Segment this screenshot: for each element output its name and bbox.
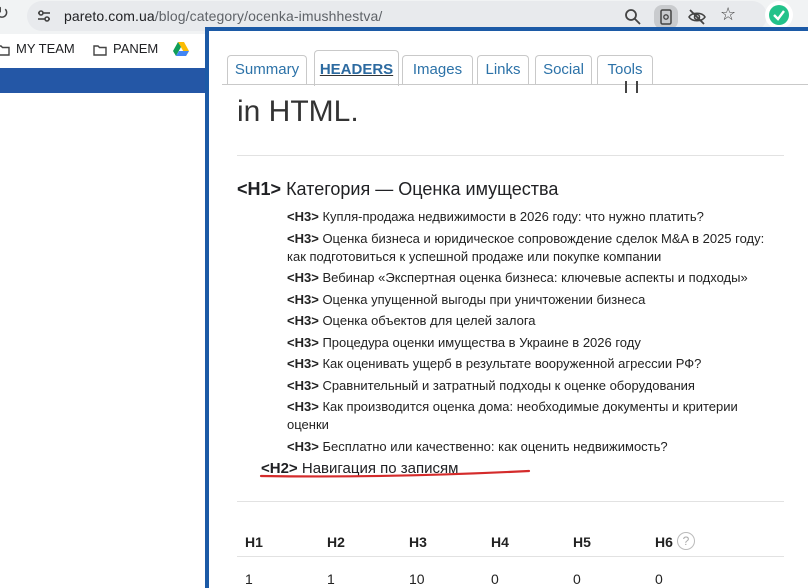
h3-tag: <H3> <box>287 438 319 454</box>
h3-tag: <H3> <box>287 334 319 350</box>
tab-headers[interactable]: HEADERS <box>314 50 399 86</box>
bookmark-google-drive[interactable] <box>173 41 195 56</box>
folder-icon <box>93 45 107 56</box>
tab-bar-divider <box>222 84 808 85</box>
h3-item: <H3> Оценка объектов для целей залога <box>287 312 777 330</box>
th-h5: H5 <box>573 534 591 550</box>
h3-tag: <H3> <box>287 377 319 393</box>
clipped-text-fragment <box>636 81 638 93</box>
h3-tag: <H3> <box>287 291 319 307</box>
th-h1: H1 <box>245 534 263 550</box>
h3-item: <H3> Бесплатно или качественно: как оцен… <box>287 438 777 456</box>
h3-text: Оценка упущенной выгоды при уничтожении … <box>322 291 646 307</box>
site-info-icon[interactable] <box>36 8 52 24</box>
h3-item: <H3> Оценка упущенной выгоды при уничтож… <box>287 291 777 309</box>
url-path: /blog/category/ocenka-imushhestva/ <box>154 8 383 24</box>
page-search-icon[interactable] <box>654 5 678 29</box>
extension-button[interactable] <box>765 1 793 29</box>
page-nav-bar <box>0 68 205 93</box>
h1-tag: <H1> <box>237 179 282 199</box>
divider <box>237 155 784 156</box>
h3-text: Оценка бизнеса и юридическое сопровожден… <box>287 230 765 264</box>
h3-tag: <H3> <box>287 270 319 285</box>
bookmarks-bar: MY TEAM PANEM <box>0 34 205 66</box>
check-shield-icon <box>769 5 789 25</box>
bookmark-label: PANEM <box>113 41 159 56</box>
h3-text: Бесплатно или качественно: как оценить н… <box>322 438 668 454</box>
th-h2: H2 <box>327 534 345 550</box>
tab-bar: Summary HEADERS Images Links Social Tool… <box>209 31 808 87</box>
h3-text: Как оценивать ущерб в результате вооруже… <box>322 356 702 371</box>
bookmark-my-team[interactable]: MY TEAM <box>0 41 75 56</box>
h3-item: <H3> Купля-продажа недвижимости в 2026 г… <box>287 208 777 226</box>
help-icon[interactable]: ? <box>677 532 695 550</box>
count-h5: 0 <box>573 571 581 587</box>
intro-text: in HTML. <box>237 95 359 128</box>
count-h2: 1 <box>327 571 335 587</box>
headers-count-table-header: H1 H2 H3 H4 H5 H6 ? <box>209 531 808 555</box>
h3-tag: <H3> <box>287 399 319 414</box>
clipped-text-fragment <box>625 81 627 93</box>
tab-links[interactable]: Links <box>477 55 529 85</box>
seo-extension-panel: Summary HEADERS Images Links Social Tool… <box>209 31 808 588</box>
google-drive-icon <box>173 42 189 56</box>
h3-text: Купля-продажа недвижимости в 2026 году: … <box>322 209 704 224</box>
h3-item: <H3> Как оценивать ущерб в результате во… <box>287 355 777 373</box>
h3-item: <H3> Процедура оценки имущества в Украин… <box>287 334 777 352</box>
h3-tag: <H3> <box>287 230 319 246</box>
h3-item: <H3> Как производится оценка дома: необх… <box>287 398 777 434</box>
tab-social[interactable]: Social <box>535 55 592 85</box>
zoom-icon[interactable] <box>624 8 642 26</box>
h3-item: <H3> Оценка бизнеса и юридическое сопров… <box>287 230 777 266</box>
count-h6: 0 <box>655 571 663 587</box>
eye-off-icon[interactable] <box>688 8 706 26</box>
bookmark-star-icon[interactable]: ☆ <box>720 4 738 25</box>
count-h4: 0 <box>491 571 499 587</box>
h3-list: <H3> Купля-продажа недвижимости в 2026 г… <box>287 208 777 459</box>
count-h3: 10 <box>409 571 425 587</box>
tab-headers-label: HEADERS <box>319 61 394 78</box>
h3-text: Оценка объектов для целей залога <box>322 313 536 328</box>
th-h3: H3 <box>409 534 427 550</box>
th-h6: H6 <box>655 534 673 550</box>
annotation-underline <box>259 469 531 478</box>
h3-text: Вебинар «Экспертная оценка бизнеса: ключ… <box>322 270 748 285</box>
h3-item: <H3> Вебинар «Экспертная оценка бизнеса:… <box>287 269 777 287</box>
h3-text: Как производится оценка дома: необходимы… <box>287 399 738 432</box>
h1-text: Категория — Оценка имущества <box>286 179 559 199</box>
h3-text: Процедура оценки имущества в Украине в 2… <box>322 334 641 350</box>
h3-tag: <H3> <box>287 209 319 224</box>
h3-tag: <H3> <box>287 313 319 328</box>
bookmark-label: MY TEAM <box>16 41 75 56</box>
divider <box>237 501 784 502</box>
h3-item: <H3> Сравнительный и затратный подходы к… <box>287 377 777 395</box>
h1-heading: <H1> Категория — Оценка имущества <box>237 179 558 200</box>
url-host: pareto.com.ua <box>64 8 155 24</box>
th-h4: H4 <box>491 534 509 550</box>
h3-text: Сравнительный и затратный подходы к оцен… <box>322 377 695 393</box>
reload-icon[interactable]: ↻ <box>0 3 9 24</box>
h3-tag: <H3> <box>287 356 319 371</box>
tab-summary[interactable]: Summary <box>227 55 307 85</box>
divider <box>237 556 784 557</box>
count-h1: 1 <box>245 571 253 587</box>
tab-images[interactable]: Images <box>402 55 473 85</box>
bookmark-panem[interactable]: PANEM <box>93 41 158 56</box>
headers-count-row: 1 1 10 0 0 0 <box>209 567 808 588</box>
folder-icon <box>0 45 10 56</box>
url-text: pareto.com.ua/blog/category/ocenka-imush… <box>64 8 382 24</box>
